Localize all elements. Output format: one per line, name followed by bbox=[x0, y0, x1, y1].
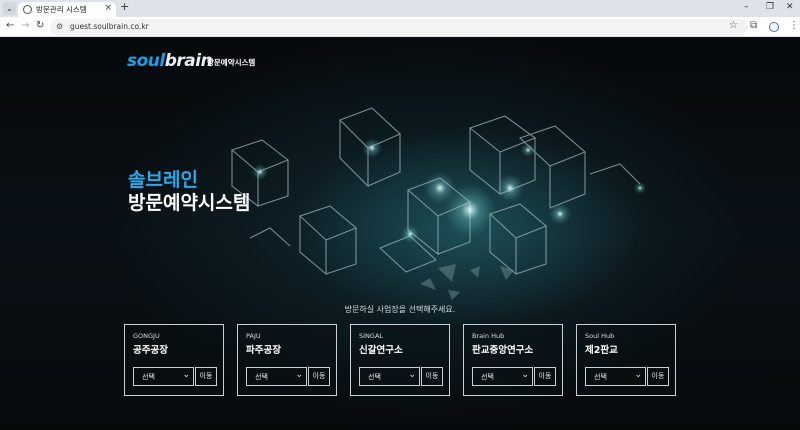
reload-icon[interactable]: ↻ bbox=[36, 20, 44, 31]
page-content: soulbrain 방문예약시스템 솔브레인 방문예약시스템 방문하실 사업장을… bbox=[0, 38, 800, 430]
site-select-dropdown[interactable]: 선택 ⌄ bbox=[585, 367, 646, 386]
profile-icon[interactable] bbox=[769, 22, 779, 32]
site-english-name: PAJU bbox=[246, 332, 261, 340]
site-korean-name: 공주공장 bbox=[133, 345, 168, 356]
site-select-dropdown[interactable]: 선택 ⌄ bbox=[246, 367, 307, 386]
site-english-name: GONGJU bbox=[133, 332, 160, 340]
site-card-brain-hub: Brain Hub 판교중앙연구소 선택 ⌄ 이동 bbox=[463, 324, 563, 396]
url-text[interactable]: guest.soulbrain.co.kr bbox=[70, 22, 149, 31]
site-card-gongju: GONGJU 공주공장 선택 ⌄ 이동 bbox=[124, 324, 224, 396]
site-select-dropdown[interactable]: 선택 ⌄ bbox=[359, 367, 420, 386]
browser-tab[interactable]: 방문관리 시스템 × bbox=[18, 2, 116, 17]
go-button[interactable]: 이동 bbox=[534, 367, 556, 386]
site-card-soul-hub: Soul Hub 제2판교 선택 ⌄ 이동 bbox=[576, 324, 676, 396]
site-korean-name: 파주공장 bbox=[246, 345, 281, 356]
chevron-down-icon: ⌄ bbox=[408, 370, 416, 380]
site-card-singal: SINGAL 신갈연구소 선택 ⌄ 이동 bbox=[350, 324, 450, 396]
site-english-name: SINGAL bbox=[359, 332, 384, 340]
site-select-dropdown[interactable]: 선택 ⌄ bbox=[472, 367, 533, 386]
go-button[interactable]: 이동 bbox=[647, 367, 669, 386]
go-button[interactable]: 이동 bbox=[421, 367, 443, 386]
chevron-down-icon: ⌄ bbox=[634, 370, 642, 380]
site-card-paju: PAJU 파주공장 선택 ⌄ 이동 bbox=[237, 324, 337, 396]
puzzle-icon[interactable]: ⧉ bbox=[750, 20, 757, 31]
browser-toolbar: ← → ↻ ⚙ guest.soulbrain.co.kr ☆ ⧉ ⋮ bbox=[0, 17, 800, 37]
select-label: 선택 bbox=[142, 373, 155, 381]
go-button[interactable]: 이동 bbox=[308, 367, 330, 386]
select-label: 선택 bbox=[594, 373, 607, 381]
chevron-down-icon: ⌄ bbox=[295, 370, 303, 380]
chevron-down-icon: ⌄ bbox=[521, 370, 529, 380]
tab-close-button[interactable]: × bbox=[104, 3, 112, 13]
tab-search-chevron-down-icon[interactable]: ⌄ bbox=[3, 2, 16, 15]
select-label: 선택 bbox=[481, 373, 494, 381]
browser-tab-bar: ⌄ 방문관리 시스템 × + – ❐ ✕ bbox=[0, 0, 800, 17]
star-icon[interactable]: ☆ bbox=[729, 20, 738, 31]
site-select-prompt: 방문하실 사업장을 선택해주세요. bbox=[344, 305, 456, 314]
forward-arrow-icon[interactable]: → bbox=[21, 20, 29, 31]
close-window-icon[interactable]: ✕ bbox=[786, 2, 794, 12]
soulbrain-logo[interactable]: soulbrain 방문예약시스템 bbox=[127, 51, 255, 71]
site-cards: GONGJU 공주공장 선택 ⌄ 이동 PAJU 파주공장 선택 ⌄ 이동 SI… bbox=[124, 324, 676, 396]
site-settings-icon[interactable]: ⚙ bbox=[56, 22, 63, 31]
back-arrow-icon[interactable]: ← bbox=[6, 20, 14, 31]
logo-soul-text: soul bbox=[127, 51, 165, 71]
logo-subtitle: 방문예약시스템 bbox=[207, 58, 256, 67]
tab-title: 방문관리 시스템 bbox=[36, 5, 87, 14]
site-select-dropdown[interactable]: 선택 ⌄ bbox=[133, 367, 194, 386]
restore-icon[interactable]: ❐ bbox=[766, 2, 774, 12]
kebab-menu-icon[interactable]: ⋮ bbox=[789, 20, 799, 31]
address-bar[interactable]: ⚙ guest.soulbrain.co.kr ☆ bbox=[50, 19, 748, 35]
chevron-down-icon: ⌄ bbox=[182, 370, 190, 380]
logo-brain-text: brain bbox=[164, 51, 213, 71]
select-label: 선택 bbox=[368, 373, 381, 381]
new-tab-button[interactable]: + bbox=[120, 0, 129, 13]
site-korean-name: 신갈연구소 bbox=[359, 345, 403, 356]
hero-title-system: 방문예약시스템 bbox=[128, 192, 251, 214]
go-button[interactable]: 이동 bbox=[195, 367, 217, 386]
site-english-name: Soul Hub bbox=[585, 332, 615, 340]
site-korean-name: 제2판교 bbox=[585, 345, 618, 356]
site-korean-name: 판교중앙연구소 bbox=[472, 345, 534, 356]
minimize-icon[interactable]: – bbox=[744, 2, 749, 12]
site-english-name: Brain Hub bbox=[472, 332, 505, 340]
select-label: 선택 bbox=[255, 373, 268, 381]
globe-icon bbox=[23, 5, 32, 14]
